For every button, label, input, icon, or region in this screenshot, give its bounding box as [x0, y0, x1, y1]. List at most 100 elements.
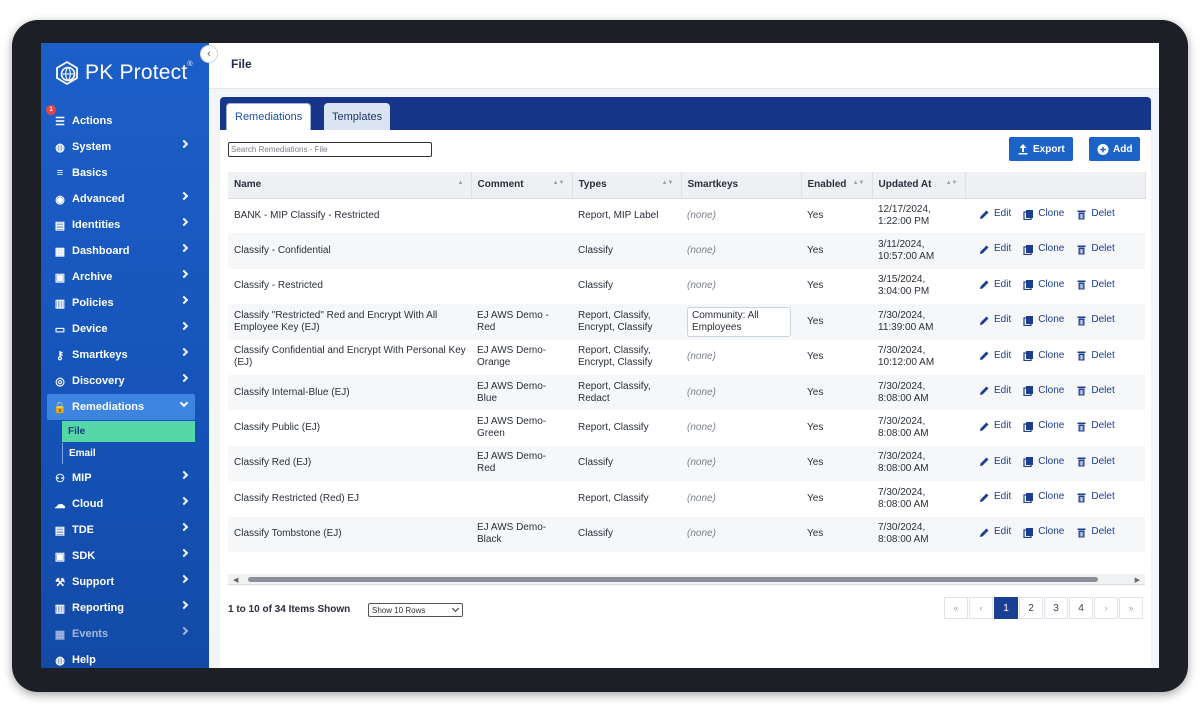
add-button[interactable]: Add — [1089, 137, 1141, 161]
sidebar-item-cloud[interactable]: ☁ Cloud — [41, 491, 209, 517]
delete-button[interactable]: Delet — [1076, 385, 1115, 397]
cell-comment: EJ AWS Demo- Red — [471, 445, 572, 482]
table-row[interactable]: Classify Internal-Blue (EJ) EJ AWS Demo- … — [228, 374, 1145, 411]
collapse-sidebar-button[interactable]: ‹ — [200, 45, 218, 63]
sidebar-item-identities[interactable]: ▤ Identities — [41, 212, 209, 238]
delete-button[interactable]: Delet — [1076, 491, 1115, 503]
delete-button[interactable]: Delet — [1076, 314, 1115, 326]
pager-nav-button[interactable]: « — [944, 597, 968, 619]
page-header: File — [209, 43, 1159, 89]
table-row[interactable]: Classify "Restricted" Red and Encrypt Wi… — [228, 304, 1145, 340]
delete-button[interactable]: Delet — [1076, 243, 1115, 255]
sidebar-item-events[interactable]: ▦ Events — [41, 621, 209, 647]
sidebar-item-discovery[interactable]: ◎ Discovery — [41, 368, 209, 394]
tab-remediations[interactable]: Remediations — [226, 103, 312, 130]
edit-button[interactable]: Edit — [979, 279, 1011, 291]
column-header-comment[interactable]: Comment ▲▼ — [471, 172, 573, 199]
clone-button[interactable]: Clone — [1023, 208, 1064, 220]
sidebar-item-help[interactable]: ◍ Help — [41, 647, 209, 668]
scroll-thumb[interactable] — [248, 577, 1098, 582]
column-header-smartkeys[interactable]: Smartkeys — [681, 172, 802, 199]
sidebar-item-policies[interactable]: ▥ Policies — [41, 290, 209, 316]
table-row[interactable]: Classify - Confidential Classify (none) Yes… — [228, 233, 1145, 269]
clone-button[interactable]: Clone — [1023, 420, 1064, 432]
pencil-icon — [979, 279, 990, 290]
table-row[interactable]: BANK - MIP Classify - Restricted Report, … — [228, 198, 1145, 233]
copy-icon — [1023, 279, 1034, 291]
table-row[interactable]: Classify Restricted (Red) EJ Report, Clas… — [228, 481, 1145, 516]
export-button[interactable]: Export — [1009, 137, 1073, 161]
column-header-name[interactable]: Name ▲ — [228, 172, 472, 199]
sidebar-item-label: Policies — [72, 297, 114, 309]
sidebar-item-actions[interactable]: ☰ Actions 1 — [41, 105, 209, 134]
sidebar-item-advanced[interactable]: ◉ Advanced — [41, 186, 209, 212]
delete-button[interactable]: Delet — [1076, 526, 1115, 538]
page-button[interactable]: 4 — [1069, 597, 1093, 619]
clone-button[interactable]: Clone — [1023, 526, 1064, 538]
sidebar-subitem-email[interactable]: Email — [62, 443, 195, 464]
sidebar-subitem-file[interactable]: File — [62, 421, 195, 442]
clone-button[interactable]: Clone — [1023, 491, 1064, 503]
clone-button[interactable]: Clone — [1023, 456, 1064, 468]
sidebar-item-reporting[interactable]: ▥ Reporting — [41, 595, 209, 621]
clone-button[interactable]: Clone — [1023, 350, 1064, 362]
sidebar-item-label: SDK — [72, 550, 96, 562]
cell-comment: EJ AWS Demo- Blue — [471, 374, 572, 411]
clone-button[interactable]: Clone — [1023, 314, 1064, 326]
delete-button[interactable]: Delet — [1076, 208, 1115, 220]
edit-button[interactable]: Edit — [979, 208, 1011, 220]
pager-nav-button[interactable]: » — [1119, 597, 1143, 619]
edit-button[interactable]: Edit — [979, 385, 1011, 397]
table-row[interactable]: Classify Tombstone (EJ) EJ AWS Demo- Blac… — [228, 516, 1145, 552]
edit-button[interactable]: Edit — [979, 420, 1011, 432]
globe-icon: ◍ — [55, 141, 65, 154]
edit-button[interactable]: Edit — [979, 243, 1011, 255]
sidebar-item-sdk[interactable]: ▣ SDK — [41, 543, 209, 569]
sidebar-item-tde[interactable]: ▤ TDE — [41, 517, 209, 543]
delete-button[interactable]: Delet — [1076, 279, 1115, 291]
scroll-left-icon[interactable]: ◀ — [233, 576, 238, 584]
brand-logo[interactable]: PK Protect® — [53, 57, 193, 89]
page-button[interactable]: 1 — [994, 597, 1018, 619]
pager-nav-button[interactable]: ‹ — [969, 597, 993, 619]
table-row[interactable]: Classify Public (EJ) EJ AWS Demo- Green Re… — [228, 410, 1145, 445]
edit-button[interactable]: Edit — [979, 491, 1011, 503]
page-button[interactable]: 2 — [1019, 597, 1043, 619]
scroll-right-icon[interactable]: ▶ — [1135, 576, 1140, 584]
tab-templates[interactable]: Templates — [324, 103, 391, 130]
edit-button[interactable]: Edit — [979, 526, 1011, 538]
sidebar-item-mip[interactable]: ⚇ MIP — [41, 465, 209, 491]
clone-button[interactable]: Clone — [1023, 385, 1064, 397]
delete-button[interactable]: Delet — [1076, 420, 1115, 432]
cell-enabled: Yes — [801, 374, 872, 411]
sidebar-item-system[interactable]: ◍ System — [41, 134, 209, 160]
column-header-types[interactable]: Types ▲▼ — [572, 172, 682, 199]
clone-button[interactable]: Clone — [1023, 243, 1064, 255]
pager-nav-button[interactable]: › — [1094, 597, 1118, 619]
table-row[interactable]: Classify Confidential and Encrypt With P… — [228, 340, 1145, 375]
rows-per-page-select[interactable]: Show 10 Rows — [368, 603, 463, 617]
page-button[interactable]: 3 — [1044, 597, 1068, 619]
delete-button[interactable]: Delet — [1076, 456, 1115, 468]
table-row[interactable]: Classify - Restricted Classify (none) Yes 3/… — [228, 269, 1145, 304]
sidebar-item-label: Basics — [72, 167, 108, 179]
edit-button[interactable]: Edit — [979, 314, 1011, 326]
delete-button[interactable]: Delet — [1076, 350, 1115, 362]
sidebar-item-basics[interactable]: ≡ Basics — [41, 160, 209, 186]
sidebar-item-device[interactable]: ▭ Device — [41, 316, 209, 342]
horizontal-scrollbar[interactable]: ◀ ▶ — [228, 574, 1145, 585]
sidebar-item-remediations[interactable]: 🔒 Remediations — [47, 394, 195, 420]
sidebar-item-archive[interactable]: ▣ Archive — [41, 264, 209, 290]
column-header-updated-at[interactable]: Updated At ▲▼ — [872, 172, 966, 199]
sidebar-item-dashboard[interactable]: ▦ Dashboard — [41, 238, 209, 264]
clone-button[interactable]: Clone — [1023, 279, 1064, 291]
column-header-enabled[interactable]: Enabled ▲▼ — [801, 172, 873, 199]
sidebar-item-support[interactable]: ⚒ Support — [41, 569, 209, 595]
search-input[interactable]: Search Remediations - File — [228, 142, 432, 157]
table-row[interactable]: Classify Red (EJ) EJ AWS Demo- Red Classif… — [228, 445, 1145, 482]
edit-button[interactable]: Edit — [979, 456, 1011, 468]
chevron-right-icon — [179, 496, 189, 506]
sidebar-item-smartkeys[interactable]: ⚷ Smartkeys — [41, 342, 209, 368]
pagination: «‹ 1 2 3 4 ›» — [944, 597, 1144, 619]
edit-button[interactable]: Edit — [979, 350, 1011, 362]
